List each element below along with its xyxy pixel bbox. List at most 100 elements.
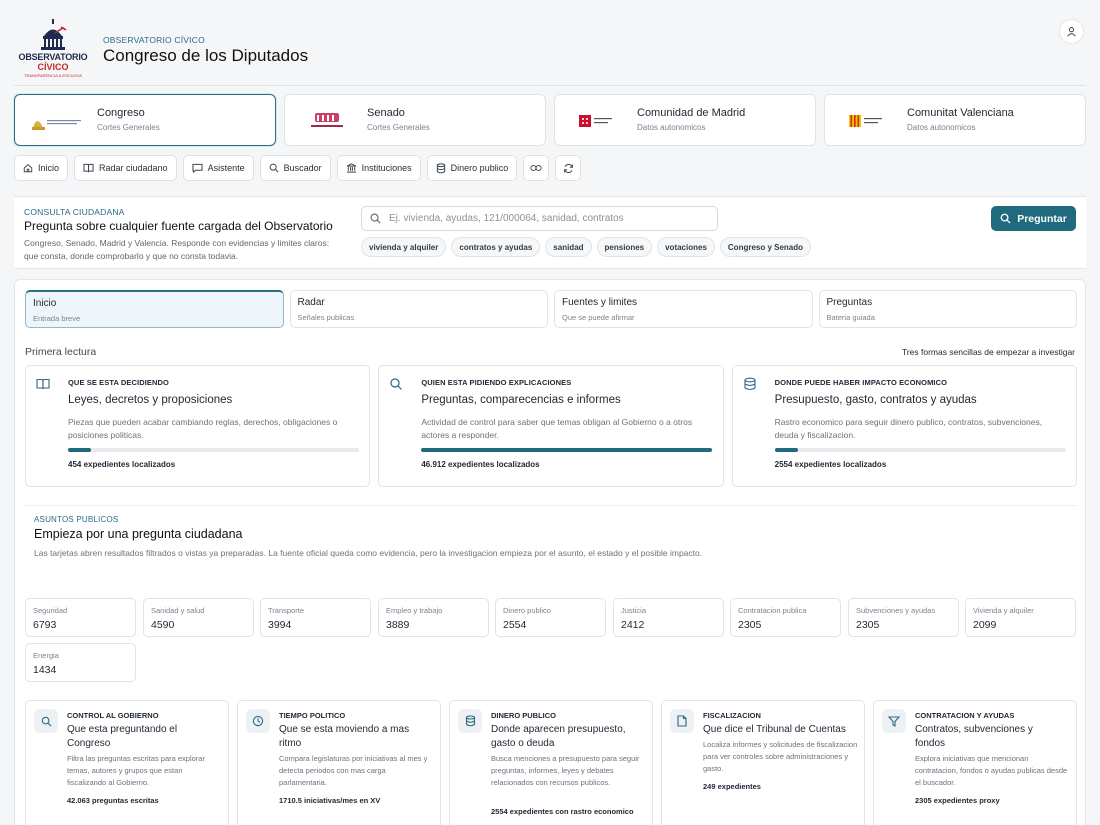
asuntos-publicos-section: ASUNTOS PUBLICOS Empieza por una pregunt… [25, 505, 1077, 578]
source-card-senado[interactable]: Senado Cortes Generales [284, 94, 546, 146]
tab-title: Radar [297, 297, 325, 308]
card-metric: 42.063 preguntas escritas [67, 796, 159, 805]
card-kicker: DINERO PUBLICO [491, 711, 557, 720]
senado-logo-icon [297, 108, 357, 134]
feature-kicker: QUE SE ESTA DECIDIENDO [68, 378, 169, 387]
chip-sanidad[interactable]: sanidad [545, 237, 592, 257]
stat-tile-contratacion[interactable]: Contratacion publica 2305 [730, 598, 841, 637]
feature-kicker: QUIEN ESTA PIDIENDO EXPLICACIONES [421, 378, 572, 387]
card-title: Que dice el Tribunal de Cuentas [703, 724, 846, 735]
stat-label: Transporte [268, 606, 304, 615]
preguntar-button[interactable]: Preguntar [991, 206, 1076, 231]
card-contratacion-y-ayudas[interactable]: CONTRATACION Y AYUDAS Contratos, subvenc… [873, 700, 1077, 825]
book-open-icon [36, 378, 50, 390]
stat-tile-empleo[interactable]: Empleo y trabajo 3889 [378, 598, 489, 637]
stat-tile-subvenciones[interactable]: Subvenciones y ayudas 2305 [848, 598, 959, 637]
logo-text-observatorio: OBSERVATORIO [18, 52, 88, 62]
source-card-valenciana[interactable]: Comunitat Valenciana Datos autonomicos [824, 94, 1086, 146]
source-name: Comunitat Valenciana [907, 107, 1014, 119]
investigation-cards: CONTROL AL GOBIERNO Que esta preguntando… [25, 700, 1077, 825]
tab-preguntas[interactable]: Preguntas Bateria guiada [818, 290, 1077, 328]
consulta-description: Congreso, Senado, Madrid y Valencia. Res… [24, 238, 330, 261]
stat-label: Justicia [621, 606, 647, 615]
tab-inicio[interactable]: Inicio Entrada breve [25, 290, 284, 328]
stat-value: 3994 [268, 619, 292, 631]
stat-value: 2305 [738, 619, 762, 631]
progress-bar [774, 448, 1066, 452]
nav-instituciones[interactable]: Instituciones [336, 155, 421, 181]
card-tiempo-politico[interactable]: TIEMPO POLITICO Que se esta moviendo a m… [237, 700, 441, 825]
feature-card-preguntas[interactable]: QUIEN ESTA PIDIENDO EXPLICACIONES Pregun… [378, 365, 724, 487]
copy-link-button[interactable] [523, 155, 550, 181]
nav-label: Dinero publico [450, 163, 509, 173]
tab-fuentes-y-limites[interactable]: Fuentes y limites Que se puede afirmar [554, 290, 813, 328]
clock-icon [252, 715, 264, 727]
card-title: Que esta preguntando el Congreso [67, 724, 178, 749]
progress-bar [68, 448, 359, 452]
source-card-madrid[interactable]: Comunidad de Madrid Datos autonomicos [554, 94, 816, 146]
chip-contratos-y-ayudas[interactable]: contratos y ayudas [451, 237, 541, 257]
stat-label: Vivienda y alquiler [973, 606, 1034, 615]
card-control-al-gobierno[interactable]: CONTROL AL GOBIERNO Que esta preguntando… [25, 700, 229, 825]
chip-votaciones[interactable]: votaciones [657, 237, 715, 257]
asuntos-description: Las tarjetas abren resultados filtrados … [34, 548, 703, 558]
nav-inicio[interactable]: Inicio [14, 155, 69, 181]
stat-value: 3889 [386, 619, 410, 631]
card-description: Filtra las preguntas escritas para explo… [67, 754, 205, 787]
stat-tile-justicia[interactable]: Justicia 2412 [613, 598, 724, 637]
nav-label: Radar ciudadano [99, 163, 168, 173]
tab-subtitle: Que se puede afirmar [562, 313, 635, 322]
feature-card-leyes[interactable]: QUE SE ESTA DECIDIENDO Leyes, decretos y… [25, 365, 371, 487]
institution-icon [346, 163, 356, 173]
card-description: Localiza informes y solicitudes de fisca… [703, 740, 858, 773]
search-icon [390, 378, 403, 390]
database-icon [436, 162, 445, 173]
stat-tile-transporte[interactable]: Transporte 3994 [260, 598, 371, 637]
nav-label: Inicio [38, 163, 60, 173]
source-name: Comunidad de Madrid [637, 107, 746, 119]
refresh-button[interactable] [555, 155, 582, 181]
nav-buscador[interactable]: Buscador [259, 155, 331, 181]
chip-pensiones[interactable]: pensiones [596, 237, 653, 257]
stat-tile-energia[interactable]: Energia 1434 [25, 643, 136, 682]
capitol-dome-icon [41, 19, 67, 50]
progress-fill [68, 448, 92, 452]
nav-radar-ciudadano[interactable]: Radar ciudadano [74, 155, 177, 181]
feature-title: Presupuesto, gasto, contratos y ayudas [774, 394, 977, 406]
nav-asistente[interactable]: Asistente [182, 155, 254, 181]
stat-value: 2099 [973, 619, 997, 631]
search-input[interactable]: Ej. vivienda, ayudas, 121/000064, sanida… [361, 206, 718, 231]
card-fiscalizacion[interactable]: FISCALIZACION Que dice el Tribunal de Cu… [661, 700, 865, 825]
stat-tile-sanidad[interactable]: Sanidad y salud 4590 [143, 598, 254, 637]
home-icon [23, 164, 33, 173]
feature-title: Preguntas, comparecencias e informes [421, 394, 621, 406]
chip-vivienda-y-alquiler[interactable]: vivienda y alquiler [361, 237, 447, 257]
card-dinero-publico[interactable]: DINERO PUBLICO Donde aparecen presupuest… [449, 700, 653, 825]
consulta-title: Pregunta sobre cualquier fuente cargada … [24, 219, 333, 233]
stat-label: Dinero publico [503, 606, 551, 615]
tab-radar[interactable]: Radar Señales publicas [289, 290, 548, 328]
stat-tile-vivienda[interactable]: Vivienda y alquiler 2099 [965, 598, 1076, 637]
source-name: Congreso [97, 107, 145, 119]
stat-tile-dinero-publico[interactable]: Dinero publico 2554 [495, 598, 606, 637]
feature-card-presupuesto[interactable]: DONDE PUEDE HABER IMPACTO ECONOMICO Pres… [731, 365, 1077, 487]
stat-value: 4590 [151, 619, 175, 631]
source-card-congreso[interactable]: Congreso Cortes Generales [14, 94, 276, 146]
nav-label: Instituciones [361, 163, 412, 173]
section-hint: Tres formas sencillas de empezar a inves… [901, 347, 1075, 357]
observatorio-logo[interactable]: OBSERVATORIO CÍVICO TRANSPARENCIA & ESCU… [17, 19, 89, 79]
stat-value: 2305 [856, 619, 880, 631]
nav-dinero-publico[interactable]: Dinero publico [426, 155, 518, 181]
source-sub: Cortes Generales [97, 123, 160, 132]
user-account-button[interactable] [1059, 19, 1084, 44]
stat-label: Empleo y trabajo [386, 606, 443, 615]
feature-count: 46.912 expedientes localizados [421, 460, 540, 469]
chip-congreso-y-senado[interactable]: Congreso y Senado [719, 237, 812, 257]
source-sub: Cortes Generales [367, 123, 430, 132]
stat-value: 2554 [503, 619, 527, 631]
progress-fill [421, 448, 713, 452]
card-icon-box [882, 709, 906, 733]
logo-text-civico: CÍVICO [37, 62, 69, 72]
stat-tile-seguridad[interactable]: Seguridad 6793 [25, 598, 136, 637]
card-description: Compara legislaturas por iniciativas al … [279, 754, 428, 787]
